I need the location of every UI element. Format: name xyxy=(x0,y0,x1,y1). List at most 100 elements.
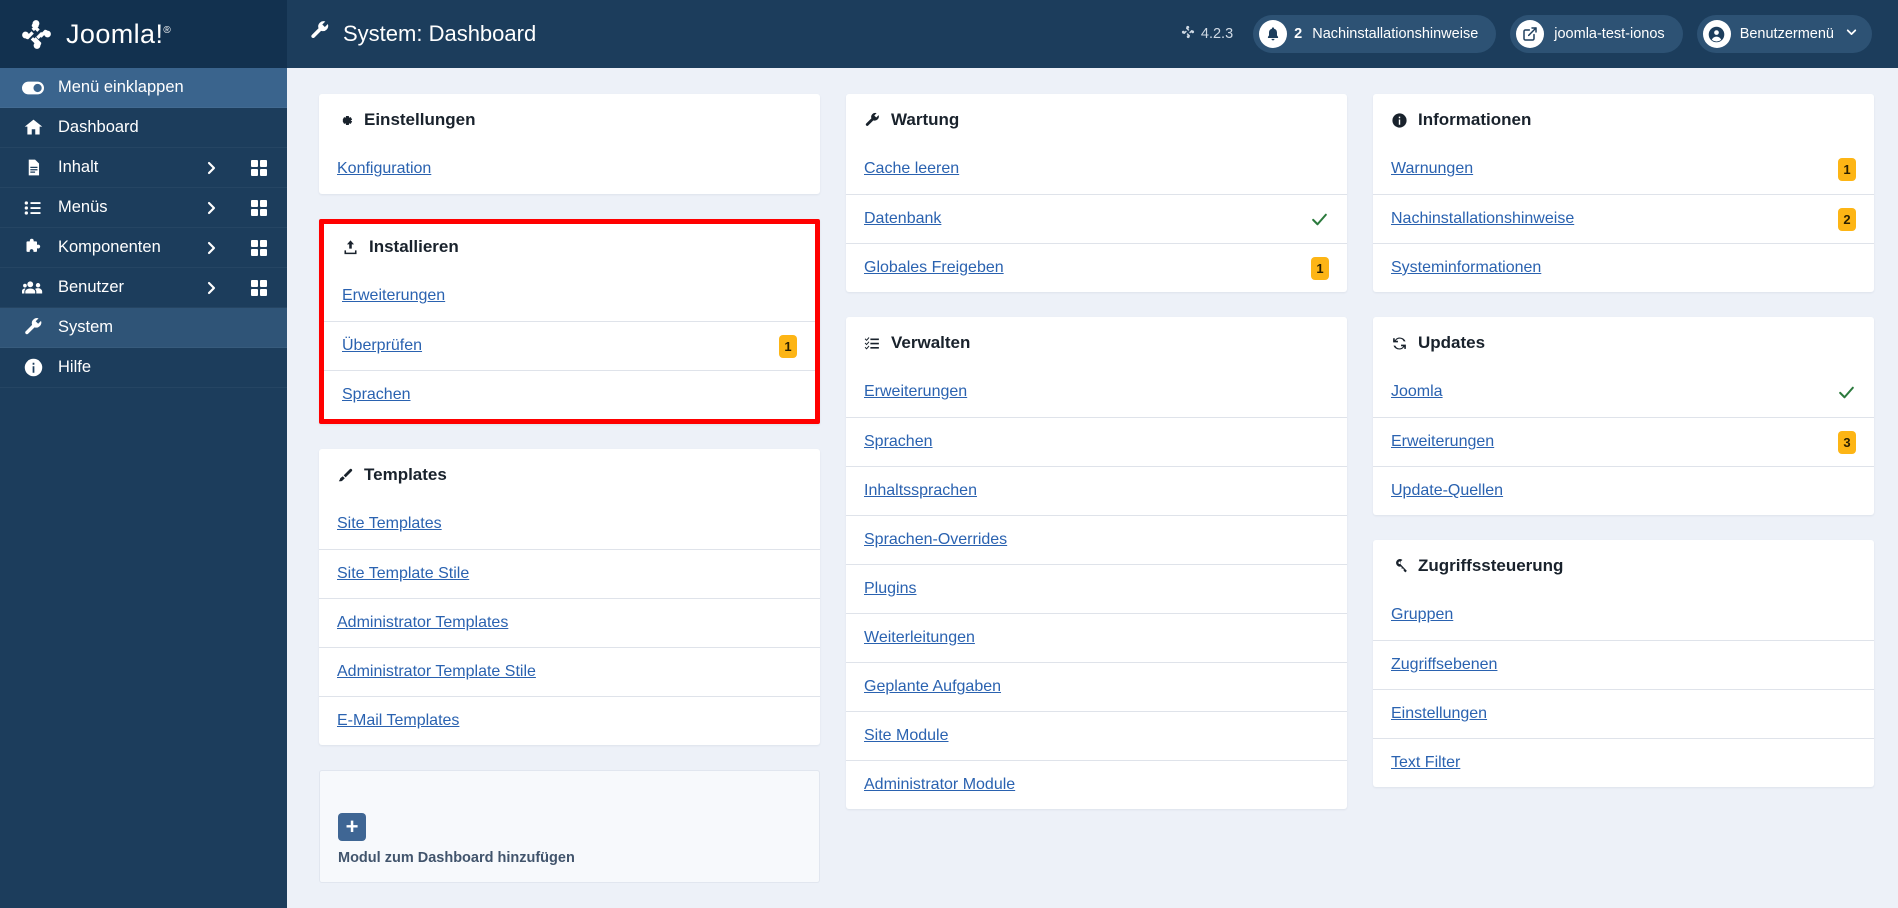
link-joomla-update[interactable]: Joomla xyxy=(1391,383,1837,401)
list-item[interactable]: Plugins xyxy=(846,564,1347,613)
link-update-quellen[interactable]: Update-Quellen xyxy=(1391,482,1856,500)
link-erweiterungen-verwalten[interactable]: Erweiterungen xyxy=(864,383,1329,401)
link-globales-freigeben[interactable]: Globales Freigeben xyxy=(864,259,1311,277)
list-item[interactable]: Cache leeren xyxy=(846,144,1347,194)
link-administrator-templates[interactable]: Administrator Templates xyxy=(337,614,802,632)
sidebar-item-system[interactable]: System xyxy=(0,308,287,348)
chevron-right-icon[interactable] xyxy=(204,280,219,295)
list-item[interactable]: Administrator Module xyxy=(846,760,1347,809)
grid-icon[interactable] xyxy=(251,239,267,256)
list-item[interactable]: Inhaltssprachen xyxy=(846,466,1347,515)
link-cache-leeren[interactable]: Cache leeren xyxy=(864,160,1329,178)
link-administrator-module[interactable]: Administrator Module xyxy=(864,776,1329,794)
list-item[interactable]: Einstellungen xyxy=(1373,689,1874,738)
user-menu-button[interactable]: Benutzermenü xyxy=(1696,15,1872,53)
list-item[interactable]: Warnungen 1 xyxy=(1373,144,1874,194)
link-erweiterungen-install[interactable]: Erweiterungen xyxy=(342,287,797,305)
link-inhaltssprachen[interactable]: Inhaltssprachen xyxy=(864,482,1329,500)
sidebar-item-dashboard[interactable]: Dashboard xyxy=(0,108,287,148)
list-item[interactable]: Konfiguration xyxy=(319,144,820,194)
chevron-right-icon[interactable] xyxy=(204,160,219,175)
list-item[interactable]: Update-Quellen xyxy=(1373,466,1874,515)
link-sprachen-overrides[interactable]: Sprachen-Overrides xyxy=(864,531,1329,549)
add-module-tile[interactable]: + Modul zum Dashboard hinzufügen xyxy=(319,770,820,883)
list-item[interactable]: Gruppen xyxy=(1373,590,1874,640)
link-email-templates[interactable]: E-Mail Templates xyxy=(337,712,802,730)
list-item[interactable]: Geplante Aufgaben xyxy=(846,662,1347,711)
list-item[interactable]: Text Filter xyxy=(1373,738,1874,787)
sidebar-item-benutzer[interactable]: Benutzer xyxy=(0,268,287,308)
site-link-button[interactable]: joomla-test-ionos xyxy=(1510,15,1683,53)
list-item[interactable]: Weiterleitungen xyxy=(846,613,1347,662)
list-item[interactable]: Zugriffsebenen xyxy=(1373,640,1874,689)
grid-icon[interactable] xyxy=(251,159,267,176)
link-text-filter[interactable]: Text Filter xyxy=(1391,754,1856,772)
link-ueberpruefen[interactable]: Überprüfen xyxy=(342,337,779,355)
list-item[interactable]: Site Module xyxy=(846,711,1347,760)
sidebar-collapse-label: Menü einklappen xyxy=(58,78,184,96)
user-icon xyxy=(1702,20,1731,48)
link-sprachen-install[interactable]: Sprachen xyxy=(342,386,797,404)
dashboard-column-right: Informationen Warnungen 1 Nachinstallati… xyxy=(1373,94,1874,787)
link-einstellungen-acl[interactable]: Einstellungen xyxy=(1391,705,1856,723)
link-administrator-template-stile[interactable]: Administrator Template Stile xyxy=(337,663,802,681)
list-item[interactable]: Datenbank xyxy=(846,194,1347,243)
sidebar-item-komponenten[interactable]: Komponenten xyxy=(0,228,287,268)
chevron-down-icon xyxy=(1845,26,1858,43)
sidebar-item-menus[interactable]: Menüs xyxy=(0,188,287,228)
check-icon xyxy=(1310,210,1329,229)
document-icon xyxy=(20,158,46,177)
panel-title: Verwalten xyxy=(891,333,971,352)
list-item[interactable]: Nachinstallationshinweise 2 xyxy=(1373,194,1874,243)
panel-header: Templates xyxy=(319,449,820,499)
list-item[interactable]: Site Templates xyxy=(319,499,820,549)
list-item[interactable]: Site Template Stile xyxy=(319,549,820,598)
grid-icon[interactable] xyxy=(251,279,267,296)
joomla-admin-app: Joomla!® Menü einklappen Dashboard Inhal… xyxy=(0,0,1898,908)
link-warnungen[interactable]: Warnungen xyxy=(1391,160,1838,178)
link-zugriffsebenen[interactable]: Zugriffsebenen xyxy=(1391,656,1856,674)
link-konfiguration[interactable]: Konfiguration xyxy=(337,160,802,178)
panel-title: Templates xyxy=(364,465,447,484)
joomla-logo[interactable]: Joomla!® xyxy=(0,0,287,68)
notifications-button[interactable]: 2 Nachinstallationshinweise xyxy=(1253,15,1497,53)
list-item[interactable]: Sprachen xyxy=(324,370,815,419)
page-title: System: Dashboard xyxy=(309,20,536,48)
link-geplante-aufgaben[interactable]: Geplante Aufgaben xyxy=(864,678,1329,696)
list-item[interactable]: E-Mail Templates xyxy=(319,696,820,745)
home-icon xyxy=(20,117,46,138)
list-item[interactable]: Sprachen xyxy=(846,417,1347,466)
notifications-count: 2 xyxy=(1294,26,1303,42)
link-nachinstallationshinweise[interactable]: Nachinstallationshinweise xyxy=(1391,210,1838,228)
sidebar-item-inhalt[interactable]: Inhalt xyxy=(0,148,287,188)
link-datenbank[interactable]: Datenbank xyxy=(864,210,1310,228)
link-site-templates[interactable]: Site Templates xyxy=(337,515,802,533)
list-item[interactable]: Systeminformationen xyxy=(1373,243,1874,292)
plus-icon: + xyxy=(338,813,366,841)
list-item[interactable]: Erweiterungen 3 xyxy=(1373,417,1874,466)
sidebar-item-hilfe[interactable]: Hilfe xyxy=(0,348,287,388)
link-systeminformationen[interactable]: Systeminformationen xyxy=(1391,259,1856,277)
list-item[interactable]: Globales Freigeben 1 xyxy=(846,243,1347,292)
link-gruppen[interactable]: Gruppen xyxy=(1391,606,1856,624)
list-item[interactable]: Administrator Templates xyxy=(319,598,820,647)
link-plugins[interactable]: Plugins xyxy=(864,580,1329,598)
list-item[interactable]: Administrator Template Stile xyxy=(319,647,820,696)
list-item[interactable]: Sprachen-Overrides xyxy=(846,515,1347,564)
list-item[interactable]: Überprüfen 1 xyxy=(324,321,815,370)
user-menu-label: Benutzermenü xyxy=(1739,26,1834,42)
version-indicator: 4.2.3 xyxy=(1181,25,1233,43)
link-sprachen-verwalten[interactable]: Sprachen xyxy=(864,433,1329,451)
list-item[interactable]: Erweiterungen xyxy=(846,367,1347,417)
link-site-module[interactable]: Site Module xyxy=(864,727,1329,745)
chevron-right-icon[interactable] xyxy=(204,240,219,255)
link-weiterleitungen[interactable]: Weiterleitungen xyxy=(864,629,1329,647)
list-item[interactable]: Joomla xyxy=(1373,367,1874,417)
sidebar-collapse-toggle[interactable]: Menü einklappen xyxy=(0,68,287,108)
chevron-right-icon[interactable] xyxy=(204,200,219,215)
link-site-template-stile[interactable]: Site Template Stile xyxy=(337,565,802,583)
link-erweiterungen-updates[interactable]: Erweiterungen xyxy=(1391,433,1838,451)
refresh-icon xyxy=(1391,335,1408,352)
grid-icon[interactable] xyxy=(251,199,267,216)
list-item[interactable]: Erweiterungen xyxy=(324,271,815,321)
